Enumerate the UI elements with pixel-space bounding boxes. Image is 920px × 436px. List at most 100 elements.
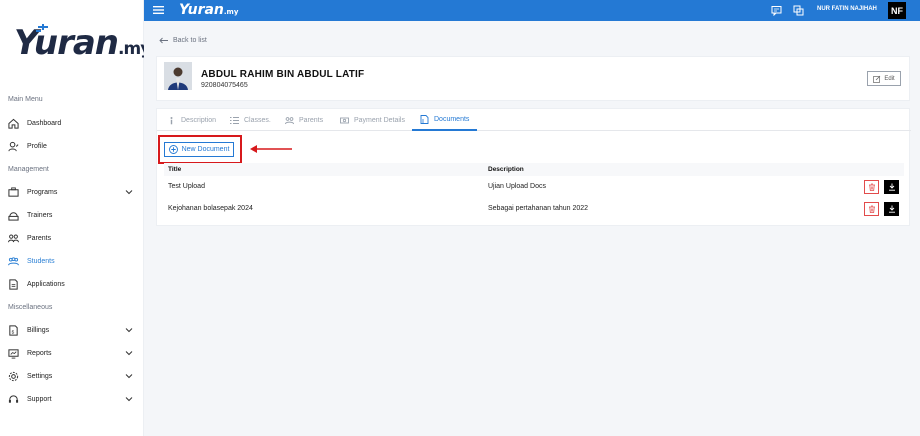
chevron-down-icon[interactable] xyxy=(125,349,133,357)
topbar: Yuran.my NUR FATIN NAJIHAH NF xyxy=(144,0,920,21)
sidebar-item-reports[interactable]: Reports xyxy=(0,344,144,362)
tab-label: Classes. xyxy=(244,116,271,124)
gear-icon xyxy=(8,371,19,382)
avatar[interactable]: NF xyxy=(888,2,906,19)
logo-mark-icon xyxy=(36,24,48,32)
back-label: Back to list xyxy=(173,37,207,44)
section-miscellaneous: Miscellaneous xyxy=(8,304,53,311)
documents-table-header: Title Description xyxy=(164,163,904,176)
menu-icon[interactable] xyxy=(153,5,164,15)
sidebar-item-label: Reports xyxy=(27,349,52,357)
home-icon xyxy=(8,118,19,129)
tab-label: Parents xyxy=(299,116,324,124)
parents-icon xyxy=(285,116,294,124)
new-document-button[interactable]: New Document xyxy=(164,142,234,157)
document-icon xyxy=(8,278,19,290)
sidebar-item-label: Programs xyxy=(27,188,58,196)
sidebar-item-label: Support xyxy=(27,395,52,403)
chevron-down-icon[interactable] xyxy=(125,395,133,403)
tab-parents[interactable]: Parents xyxy=(285,109,323,131)
chevron-down-icon[interactable] xyxy=(125,188,133,196)
headset-icon xyxy=(8,394,19,405)
documents-card: Description Classes. Parents Payment Det… xyxy=(156,108,911,226)
annotation-arrow-icon xyxy=(250,145,292,153)
cell-title: Test Upload xyxy=(168,183,205,190)
sidebar-item-settings[interactable]: Settings xyxy=(0,367,144,385)
plus-circle-icon xyxy=(168,145,178,154)
student-profile-card: ABDUL RAHIM BIN ABDUL LATIF 920804075465… xyxy=(156,56,910,101)
topbar-logo[interactable]: Yuran.my xyxy=(179,1,238,21)
download-icon xyxy=(888,205,895,213)
tab-classes[interactable]: Classes. xyxy=(230,109,271,131)
students-icon xyxy=(8,256,19,267)
trainer-icon xyxy=(8,210,19,221)
tab-documents[interactable]: Documents xyxy=(412,109,478,131)
student-photo xyxy=(164,62,192,90)
trash-icon xyxy=(868,205,875,213)
tab-label: Documents xyxy=(434,115,470,123)
sidebar-item-dashboard[interactable]: Dashboard xyxy=(0,114,144,132)
back-link[interactable]: Back to list xyxy=(159,37,207,44)
trash-icon xyxy=(868,183,875,191)
svg-text:$: $ xyxy=(12,329,15,334)
sidebar-item-students[interactable]: Students xyxy=(0,252,144,270)
sidebar-item-billings[interactable]: $ Billings xyxy=(0,321,144,339)
download-button[interactable] xyxy=(884,180,899,194)
student-id: 920804075465 xyxy=(201,82,248,89)
brand-logo[interactable]: Yuran.my xyxy=(14,22,151,64)
sidebar-item-trainers[interactable]: Trainers xyxy=(0,206,144,224)
sidebar-item-label: Trainers xyxy=(27,211,53,219)
delete-button[interactable] xyxy=(864,180,879,194)
payment-icon xyxy=(340,117,349,123)
tab-label: Description xyxy=(181,116,217,124)
chat-icon[interactable] xyxy=(771,5,782,16)
documents-icon xyxy=(420,114,429,124)
sidebar-item-applications[interactable]: Applications xyxy=(0,275,144,293)
parents-icon xyxy=(8,233,19,244)
column-header-title: Title xyxy=(168,166,182,173)
cell-description: Sebagai pertahanan tahun 2022 xyxy=(488,205,589,212)
sidebar-item-label: Applications xyxy=(27,280,65,288)
sidebar-item-label: Settings xyxy=(27,372,53,380)
table-row: Test Upload Ujian Upload Docs xyxy=(164,176,904,198)
tab-description[interactable]: Description xyxy=(167,109,216,131)
sidebar-item-label: Dashboard xyxy=(27,119,62,127)
chevron-down-icon[interactable] xyxy=(125,372,133,380)
user-name[interactable]: NUR FATIN NAJIHAH xyxy=(817,6,877,12)
sidebar: Yuran.my Main Menu Dashboard Profile Man… xyxy=(0,0,151,436)
sidebar-item-label: Students xyxy=(27,257,55,265)
sidebar-item-label: Profile xyxy=(27,142,47,150)
sidebar-item-support[interactable]: Support xyxy=(0,390,144,408)
main-content: Back to list ABDUL RAHIM BIN ABDUL LATIF… xyxy=(144,21,920,436)
section-management: Management xyxy=(8,166,49,173)
switch-icon[interactable] xyxy=(793,5,804,16)
cell-title: Kejohanan bolasepak 2024 xyxy=(168,205,253,212)
table-row: Kejohanan bolasepak 2024 Sebagai pertaha… xyxy=(164,198,904,220)
sidebar-item-programs[interactable]: Programs xyxy=(0,183,144,201)
column-header-description: Description xyxy=(488,166,524,173)
cell-description: Ujian Upload Docs xyxy=(488,183,546,190)
download-icon xyxy=(888,183,895,191)
report-icon xyxy=(8,348,19,359)
edit-label: Edit xyxy=(884,75,895,82)
arrow-left-icon xyxy=(159,37,168,44)
list-icon xyxy=(230,116,239,124)
sidebar-item-label: Parents xyxy=(27,234,52,242)
edit-button[interactable]: Edit xyxy=(867,71,901,86)
sidebar-item-parents[interactable]: Parents xyxy=(0,229,144,247)
tab-bar: Description Classes. Parents Payment Det… xyxy=(157,109,911,131)
sidebar-item-label: Billings xyxy=(27,326,50,334)
billing-icon: $ xyxy=(8,324,19,336)
delete-button[interactable] xyxy=(864,202,879,216)
tab-payment-details[interactable]: Payment Details xyxy=(340,109,405,131)
sidebar-item-profile[interactable]: Profile xyxy=(0,137,144,155)
user-icon xyxy=(8,141,19,152)
student-name: ABDUL RAHIM BIN ABDUL LATIF xyxy=(201,69,365,80)
app: Yuran.my Main Menu Dashboard Profile Man… xyxy=(0,0,920,436)
logo-text: Yuran.my xyxy=(14,23,151,63)
edit-icon xyxy=(873,75,881,83)
tab-label: Payment Details xyxy=(354,116,405,124)
new-document-label: New Document xyxy=(181,146,230,153)
download-button[interactable] xyxy=(884,202,899,216)
chevron-down-icon[interactable] xyxy=(125,326,133,334)
